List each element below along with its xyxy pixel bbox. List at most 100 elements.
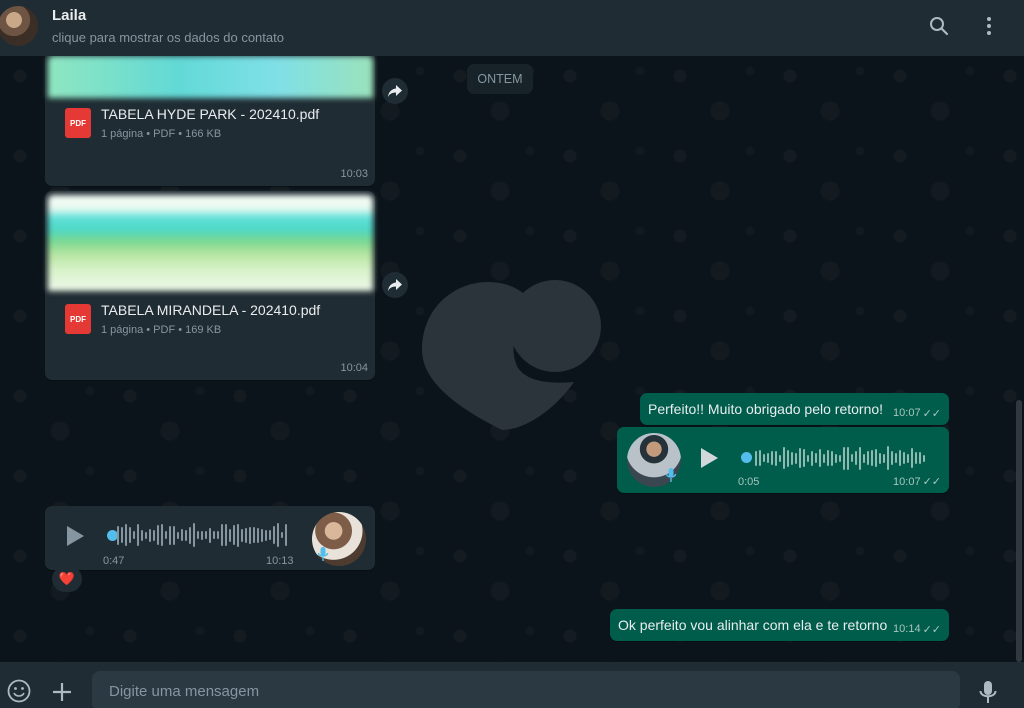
waveform-bar [911, 448, 913, 468]
waveform-bar [895, 453, 897, 463]
audio-waveform[interactable] [117, 522, 287, 548]
incoming-audio-message[interactable]: 0:47 10:13 [45, 506, 375, 570]
contact-avatar[interactable] [0, 6, 38, 46]
reaction-badge[interactable]: ❤️ [52, 566, 82, 592]
audio-duration: 0:47 [103, 555, 125, 567]
read-ticks-icon: ✓✓ [922, 476, 941, 488]
chat-header[interactable]: Laila clique para mostrar os dados do co… [0, 0, 1024, 56]
document-message[interactable]: PDF TABELA HYDE PARK - 202410.pdf 1 pági… [45, 56, 375, 186]
whatsapp-background-logo-icon [422, 280, 601, 430]
waveform-bar [831, 450, 833, 466]
message-text: Ok perfeito vou alinhar com ela e te ret… [618, 617, 888, 633]
waveform-bar [117, 525, 119, 545]
waveform-bar [133, 531, 135, 539]
waveform-bar [277, 523, 279, 547]
waveform-bar [249, 526, 251, 544]
waveform-bar [819, 449, 821, 467]
waveform-bar [871, 450, 873, 466]
forward-icon[interactable] [382, 78, 408, 104]
waveform-bar [233, 525, 235, 545]
waveform-bar [169, 525, 171, 545]
waveform-bar [803, 449, 805, 467]
waveform-bar [221, 524, 223, 546]
document-file-name[interactable]: TABELA HYDE PARK - 202410.pdf [101, 106, 319, 122]
waveform-bar [253, 527, 255, 543]
waveform-bar [229, 528, 231, 542]
document-file-name[interactable]: TABELA MIRANDELA - 202410.pdf [101, 302, 320, 318]
waveform-bar [851, 454, 853, 462]
waveform-bar [137, 524, 139, 546]
waveform-bar [189, 526, 191, 544]
menu-dots-icon[interactable] [977, 14, 1001, 38]
waveform-bar [241, 528, 243, 542]
waveform-bar [867, 451, 869, 465]
waveform-bar [859, 446, 861, 470]
waveform-bar [237, 523, 239, 547]
waveform-bar [827, 450, 829, 466]
chat-scrollbar[interactable] [1016, 400, 1022, 662]
waveform-bar [193, 523, 195, 547]
outgoing-audio-message[interactable]: 0:05 10:07 ✓✓ [617, 427, 949, 493]
waveform-bar [875, 449, 877, 467]
audio-waveform[interactable] [755, 445, 925, 471]
document-message[interactable]: PDF TABELA MIRANDELA - 202410.pdf 1 pági… [45, 191, 375, 380]
audio-progress-dot[interactable] [741, 452, 752, 463]
waveform-bar [823, 453, 825, 463]
waveform-bar [161, 524, 163, 546]
waveform-bar [129, 527, 131, 543]
waveform-bar [799, 448, 801, 468]
play-icon[interactable] [65, 525, 85, 552]
waveform-bar [887, 446, 889, 470]
contact-subtitle[interactable]: clique para mostrar os dados do contato [52, 30, 284, 45]
outgoing-text-message[interactable]: Perfeito!! Muito obrigado pelo retorno! … [640, 393, 949, 425]
waveform-bar [269, 530, 271, 540]
waveform-bar [225, 524, 227, 546]
forward-icon[interactable] [382, 272, 408, 298]
message-time: 10:04 [340, 362, 368, 374]
pdf-file-icon: PDF [65, 108, 91, 138]
waveform-bar [245, 527, 247, 543]
document-thumbnail[interactable] [48, 195, 373, 291]
waveform-bar [261, 528, 263, 542]
mic-icon[interactable] [978, 680, 998, 708]
waveform-bar [783, 447, 785, 469]
waveform-bar [883, 453, 885, 463]
waveform-bar [281, 532, 283, 538]
waveform-bar [153, 529, 155, 541]
waveform-bar [855, 451, 857, 465]
waveform-bar [157, 525, 159, 545]
waveform-bar [903, 452, 905, 464]
read-ticks-icon: ✓✓ [922, 623, 941, 636]
message-time: 10:03 [340, 168, 368, 180]
emoji-icon[interactable] [6, 678, 32, 708]
document-thumbnail[interactable] [48, 56, 373, 98]
waveform-bar [843, 446, 845, 470]
waveform-bar [285, 524, 287, 546]
message-text: Perfeito!! Muito obrigado pelo retorno! [648, 401, 884, 417]
waveform-bar [205, 531, 207, 539]
waveform-bar [141, 529, 143, 541]
waveform-bar [923, 454, 925, 462]
waveform-bar [767, 453, 769, 463]
waveform-bar [217, 531, 219, 539]
waveform-bar [197, 531, 199, 539]
chat-area[interactable]: ONTEM PDF TABELA HYDE PARK - 202410.pdf … [0, 56, 1024, 662]
waveform-bar [181, 529, 183, 541]
waveform-bar [763, 454, 765, 462]
message-time: 10:13 [266, 555, 294, 567]
waveform-bar [759, 450, 761, 466]
outgoing-text-message[interactable]: Ok perfeito vou alinhar com ela e te ret… [610, 609, 949, 641]
waveform-bar [201, 530, 203, 540]
play-icon[interactable] [699, 447, 719, 474]
waveform-bar [165, 531, 167, 539]
waveform-bar [125, 524, 127, 546]
message-input[interactable]: Digite uma mensagem [92, 671, 960, 708]
contact-name[interactable]: Laila [52, 7, 86, 24]
mic-icon [665, 467, 677, 488]
search-icon[interactable] [927, 14, 951, 38]
plus-icon[interactable] [51, 681, 73, 708]
message-time: 10:14 [893, 623, 921, 635]
mic-icon [317, 546, 329, 567]
waveform-bar [919, 452, 921, 464]
waveform-bar [257, 527, 259, 543]
